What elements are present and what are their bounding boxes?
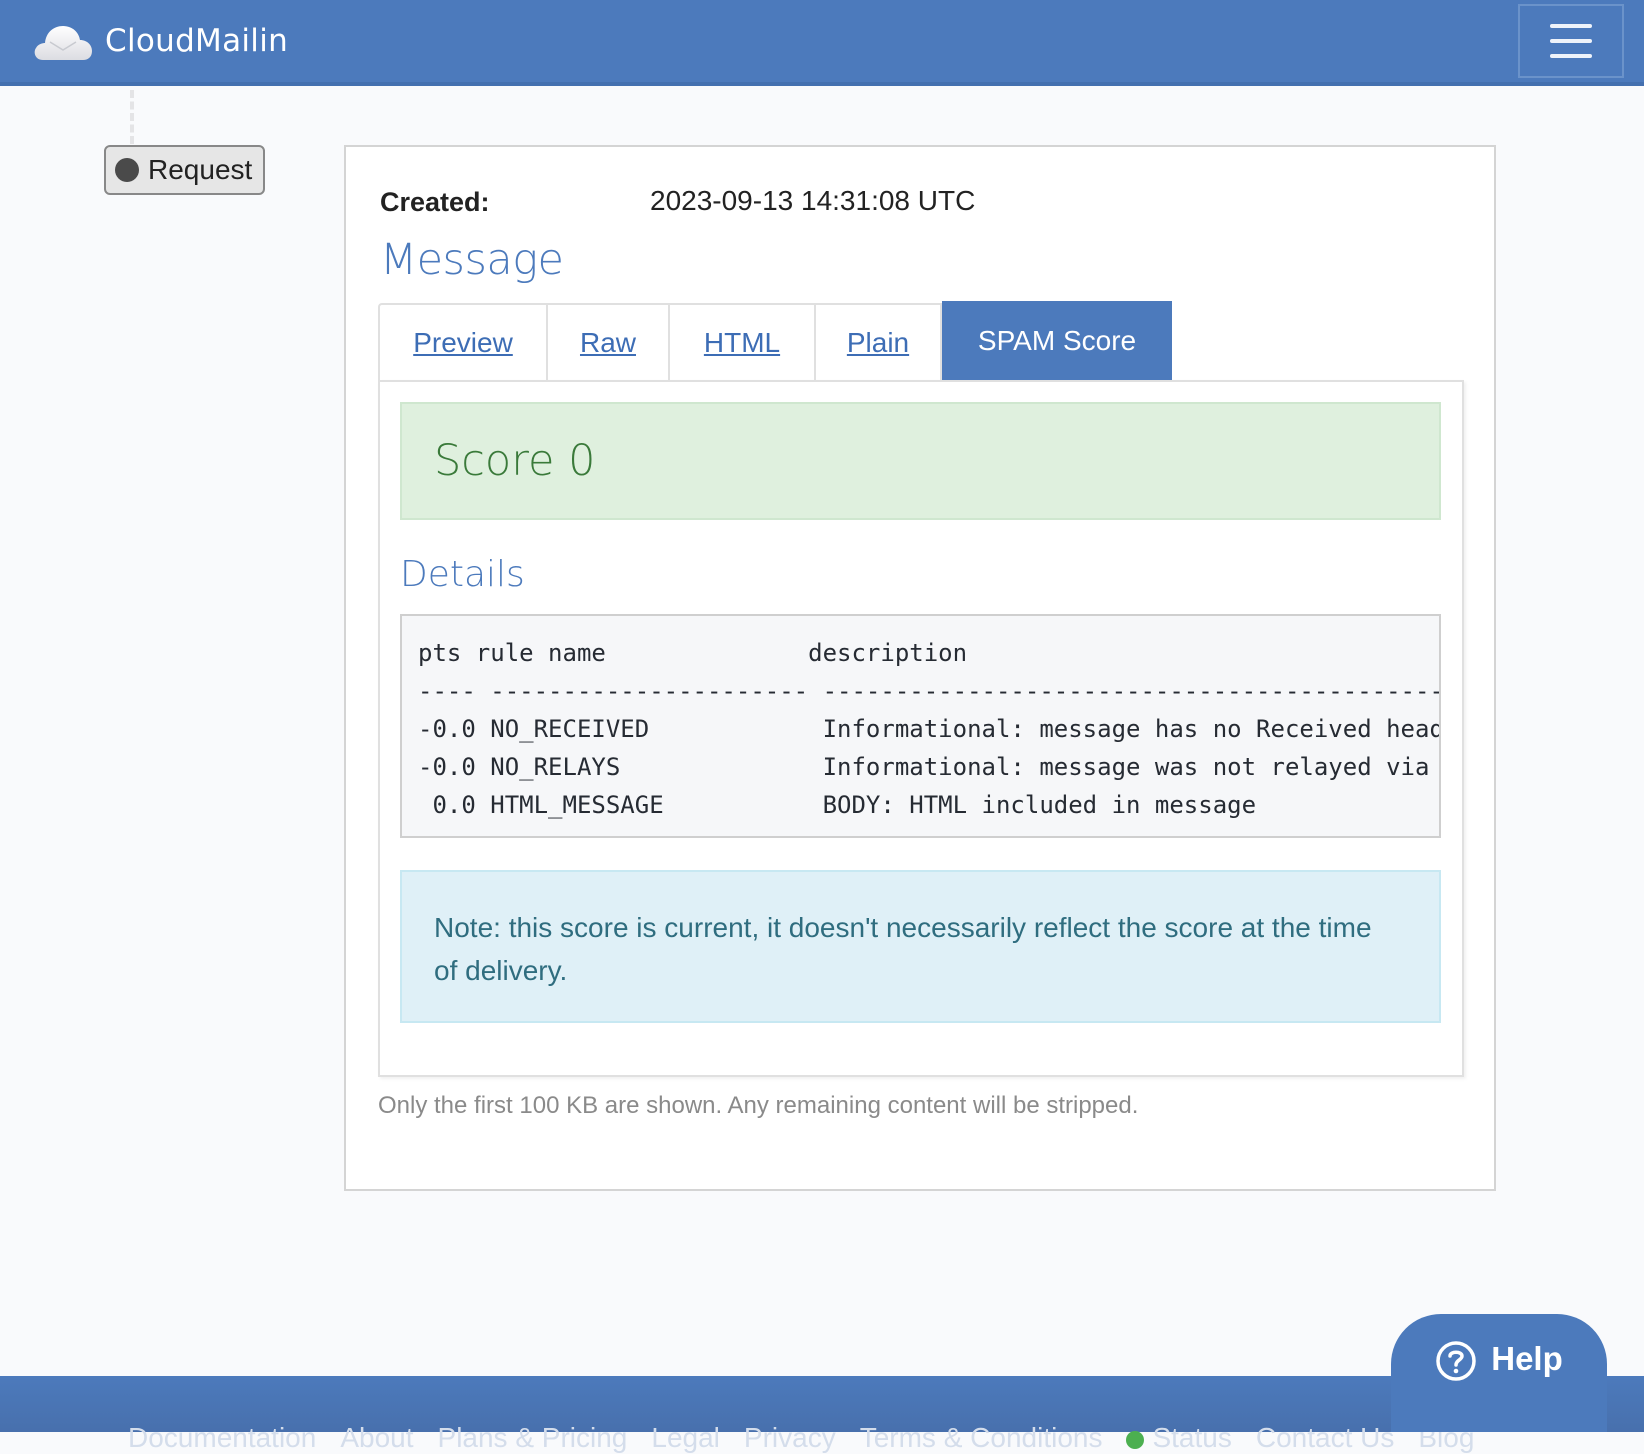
- spam-score-panel: Score 0 Details pts rule name descriptio…: [378, 380, 1464, 1077]
- message-heading: Message: [380, 235, 564, 285]
- tab-raw[interactable]: Raw: [546, 303, 668, 381]
- status-dot-icon: [115, 158, 139, 182]
- score-alert: Score 0: [400, 402, 1441, 520]
- help-button[interactable]: Help: [1391, 1314, 1607, 1432]
- footer-link-about[interactable]: About: [340, 1422, 413, 1454]
- status-indicator-icon: [1126, 1430, 1145, 1449]
- cloud-mail-icon: [34, 26, 92, 60]
- size-limit-note: Only the first 100 KB are shown. Any rem…: [378, 1092, 1139, 1119]
- message-tabs: Preview Raw HTML Plain SPAM Score: [378, 301, 1172, 381]
- created-label: Created:: [380, 187, 490, 217]
- footer-link-documentation[interactable]: Documentation: [128, 1422, 316, 1454]
- logo[interactable]: CloudMailin: [33, 20, 288, 62]
- footer-link-terms[interactable]: Terms & Conditions: [860, 1422, 1103, 1454]
- top-navbar: CloudMailin: [0, 0, 1644, 86]
- hamburger-menu-button[interactable]: [1518, 4, 1624, 78]
- footer-link-contact[interactable]: Contact Us: [1256, 1422, 1395, 1454]
- message-card: Created: 2023-09-13 14:31:08 UTC Message…: [344, 145, 1496, 1191]
- request-timeline-button[interactable]: Request: [104, 145, 265, 195]
- hamburger-menu-icon: [1550, 24, 1592, 28]
- footer-link-plans-pricing[interactable]: Plans & Pricing: [438, 1422, 628, 1454]
- tab-plain[interactable]: Plain: [814, 303, 942, 381]
- question-circle-icon: [1436, 1341, 1476, 1381]
- tab-html[interactable]: HTML: [668, 303, 814, 381]
- details-heading: Details: [400, 554, 525, 595]
- note-text: Note: this score is current, it doesn't …: [434, 912, 1372, 986]
- info-alert: Note: this score is current, it doesn't …: [400, 870, 1441, 1023]
- footer-links: Documentation About Plans & Pricing Lega…: [128, 1422, 1474, 1454]
- created-value: 2023-09-13 14:31:08 UTC: [650, 185, 976, 216]
- timeline-connector: [130, 90, 134, 144]
- footer-link-legal[interactable]: Legal: [651, 1422, 720, 1454]
- help-label: Help: [1491, 1340, 1563, 1377]
- footer-link-privacy[interactable]: Privacy: [744, 1422, 836, 1454]
- tab-preview[interactable]: Preview: [378, 303, 546, 381]
- score-value: Score 0: [434, 436, 596, 486]
- spam-report[interactable]: pts rule name description ---- ---------…: [400, 614, 1441, 838]
- brand-name: CloudMailin: [105, 23, 289, 59]
- footer-link-status[interactable]: Status: [1126, 1422, 1232, 1454]
- tab-spam-score[interactable]: SPAM Score: [942, 301, 1172, 380]
- request-label: Request: [148, 154, 253, 185]
- spam-report-text: pts rule name description ---- ---------…: [418, 639, 1441, 819]
